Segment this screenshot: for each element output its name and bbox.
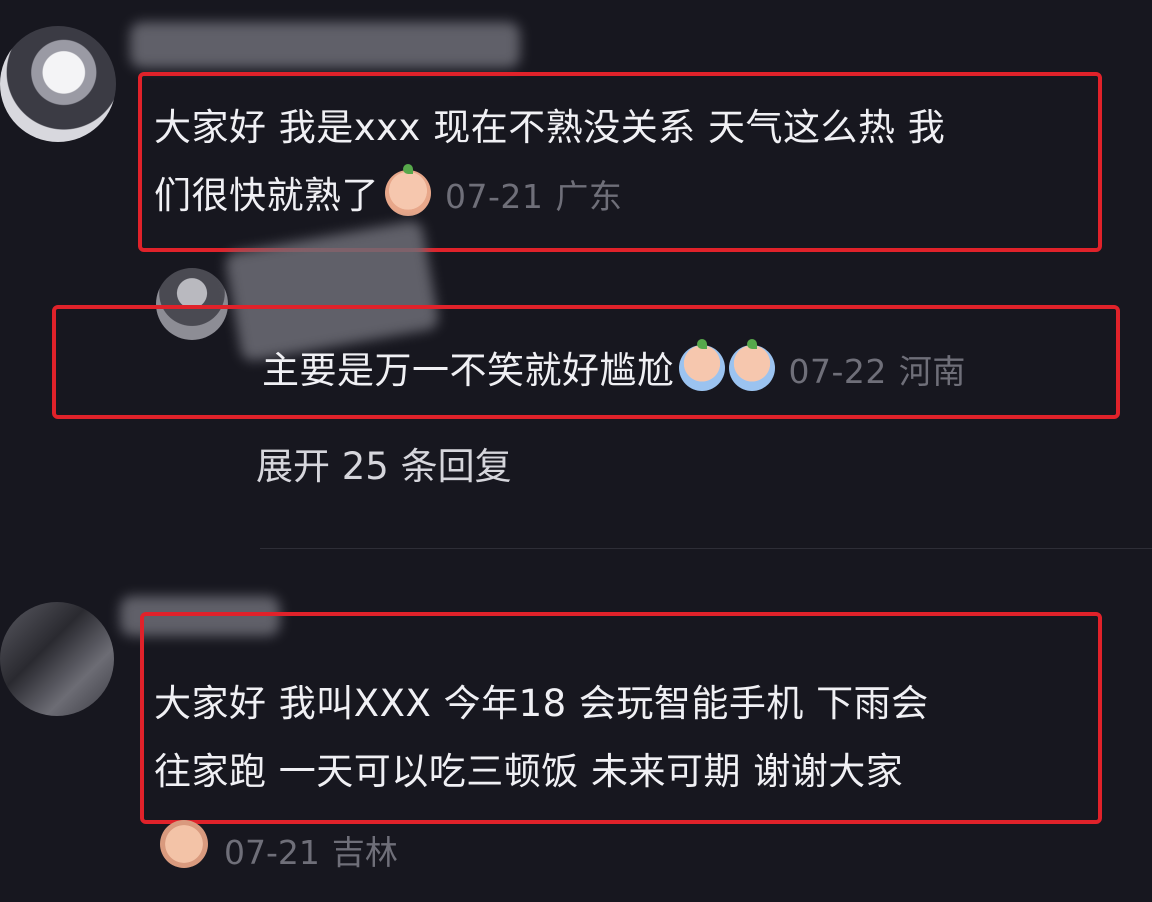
avatar[interactable] xyxy=(0,602,114,716)
username-redacted xyxy=(130,22,520,68)
crying-emoji-icon xyxy=(678,339,725,391)
comment-line: 们很快就熟了 07-21 广东 xyxy=(154,162,1094,231)
comment-date: 07-22 xyxy=(788,352,887,391)
comment-text[interactable]: 大家好 我是xxx 现在不熟没关系 天气这么热 我 们很快就熟了 07-21 广东 xyxy=(154,94,1094,231)
divider xyxy=(260,548,1152,549)
comment-line: 往家跑 一天可以吃三顿饭 未来可期 谢谢大家 xyxy=(154,750,904,793)
reply-text[interactable]: 主要是万一不笑就好尴尬 07-22 河南 xyxy=(262,337,966,406)
comment-region: 吉林 xyxy=(331,833,398,872)
comment-text[interactable]: 大家好 我叫XXX 今年18 会玩智能手机 下雨会 往家跑 一天可以吃三顿饭 未… xyxy=(154,670,1094,806)
crying-emoji-icon xyxy=(728,339,775,391)
comment-line: 大家好 我是xxx 现在不熟没关系 天气这么热 我 xyxy=(154,106,946,149)
comment-region: 广东 xyxy=(555,177,623,216)
avatar[interactable] xyxy=(0,26,116,142)
comment-region: 河南 xyxy=(898,352,966,391)
comment-meta: 07-21 吉林 xyxy=(224,826,398,874)
comment-line: 大家好 我叫XXX 今年18 会玩智能手机 下雨会 xyxy=(154,682,929,725)
comment-date: 07-21 xyxy=(445,177,544,216)
sticker-icon xyxy=(160,820,208,868)
comment-date: 07-21 xyxy=(224,833,320,872)
expand-replies-link[interactable]: 展开 25 条回复 xyxy=(256,436,512,490)
emoji-icon xyxy=(385,164,431,216)
